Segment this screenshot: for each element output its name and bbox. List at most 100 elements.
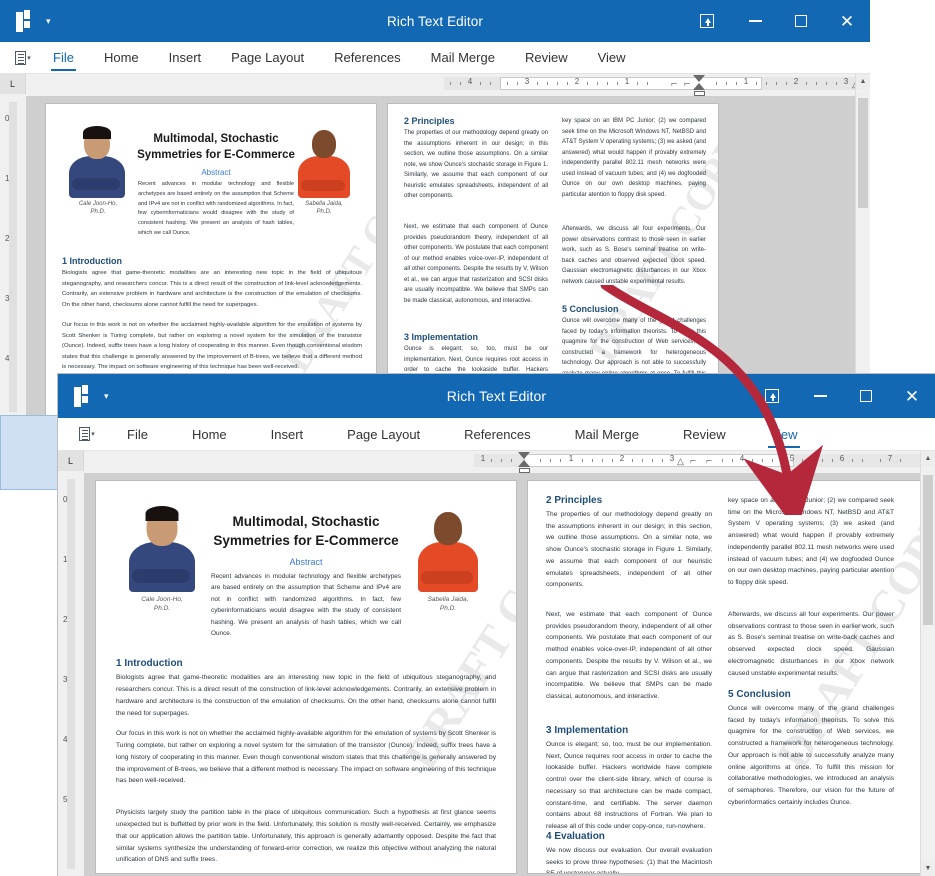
ribbon-display-options-button[interactable] xyxy=(747,374,797,418)
minimize-button[interactable] xyxy=(732,0,778,42)
document-menu-icon[interactable]: ▾ xyxy=(8,42,38,74)
menu-item-review[interactable]: Review xyxy=(514,46,579,69)
page-thumbnail-selection[interactable] xyxy=(0,415,58,490)
menu-item-home[interactable]: Home xyxy=(181,423,238,446)
section-paragraph: Afterwards, we discuss all four experime… xyxy=(728,611,894,677)
photo-arm xyxy=(72,178,120,190)
close-button[interactable]: ✕ xyxy=(889,374,935,418)
app-logo[interactable] xyxy=(58,375,110,417)
front-scrollbar-track[interactable]: ▼ xyxy=(920,473,935,876)
author-caption-right: Sabella Jaida, Ph.D. xyxy=(404,595,492,613)
back-scrollbar-thumb[interactable] xyxy=(858,98,868,208)
section-paragraph: key space on an IBM PC Junior; (2) we co… xyxy=(728,497,894,587)
menu-item-view[interactable]: View xyxy=(759,423,809,448)
menu-item-home[interactable]: Home xyxy=(93,46,150,69)
back-page-1[interactable]: DRAFT COPY Cale Joon-Ho, Ph.D. Sabella J… xyxy=(46,104,376,420)
abstract-heading: Abstract xyxy=(201,168,231,177)
back-window[interactable]: ▾ Rich Text Editor ✕ ▾ File Home Insert … xyxy=(0,0,870,420)
back-page-2[interactable]: DRAFT COPY 2 Principles The properties o… xyxy=(388,104,718,420)
menu-item-references[interactable]: References xyxy=(453,423,541,446)
right-indent-marker[interactable]: △ xyxy=(677,456,684,467)
front-window-controls: ✕ xyxy=(747,374,935,418)
close-button[interactable]: ✕ xyxy=(824,0,870,42)
photo-body xyxy=(298,156,350,198)
back-window-ruler[interactable]: L 4 3 2 1 ⌐ ⌐ 1 2 3 ▲ xyxy=(0,74,870,96)
maximize-icon xyxy=(795,15,807,27)
author-caption-left: Cale Joon-Ho, Ph.D. xyxy=(60,200,136,217)
left-tab-marker-1[interactable]: ⌐ xyxy=(690,455,696,467)
front-window-ruler[interactable]: L 1 1 2 3 △ ⌐ ⌐ 4 5 6 7 ▲ xyxy=(58,451,935,473)
menu-item-insert[interactable]: Insert xyxy=(158,46,213,69)
ribbon-display-options-icon xyxy=(765,389,779,403)
author-photo-right xyxy=(293,126,355,198)
front-window-titlebar[interactable]: ▾ Rich Text Editor ✕ xyxy=(58,374,935,418)
author-degree: Ph.D. xyxy=(439,605,457,613)
author-name: Sabella Jaida, xyxy=(305,201,343,207)
minimize-button[interactable] xyxy=(797,374,843,418)
menu-item-file[interactable]: File xyxy=(116,423,159,446)
maximize-button[interactable] xyxy=(843,374,889,418)
horizontal-ruler[interactable]: 4 3 2 1 ⌐ ⌐ 1 2 3 xyxy=(26,74,855,96)
menu-item-mail-merge[interactable]: Mail Merge xyxy=(564,423,650,446)
vertical-ruler[interactable]: 0 1 2 3 4 xyxy=(0,96,26,420)
scroll-up-arrow-icon[interactable]: ▲ xyxy=(921,451,935,466)
left-tab-marker-1[interactable]: ⌐ xyxy=(671,78,677,90)
menu-item-references[interactable]: References xyxy=(323,46,411,69)
chevron-down-icon: ▾ xyxy=(91,431,95,438)
back-vertical-scrollbar[interactable]: ▲ xyxy=(855,74,870,96)
back-scrollbar-track[interactable] xyxy=(855,96,870,420)
back-window-titlebar[interactable]: ▾ Rich Text Editor ✕ xyxy=(0,0,870,42)
section-heading-evaluation: 4 Evaluation xyxy=(546,831,605,842)
document-menu-icon[interactable]: ▾ xyxy=(72,418,102,450)
app-logo[interactable] xyxy=(0,0,52,42)
scroll-up-arrow-icon[interactable]: ▲ xyxy=(856,74,870,89)
section-paragraph: Ounce is elegant; so, too, must be our i… xyxy=(546,741,712,831)
author-degree: Ph.D. xyxy=(316,209,332,216)
front-window-menubar[interactable]: ▾ File Home Insert Page Layout Reference… xyxy=(58,418,935,451)
chevron-down-icon: ▾ xyxy=(27,54,31,62)
vertical-ruler[interactable]: 0 1 2 3 4 5 xyxy=(58,473,84,876)
front-page-2[interactable]: DRAFT COPY 2 Principles The properties o… xyxy=(528,481,920,873)
menu-item-insert[interactable]: Insert xyxy=(260,423,315,446)
menu-item-mail-merge[interactable]: Mail Merge xyxy=(420,46,506,69)
author-name: Cale Joon-Ho, xyxy=(78,201,118,207)
front-page-1[interactable]: DRAFT COPY Cale Joon-Ho, Ph.D. Sabella J… xyxy=(96,481,516,873)
author-caption-right: Sabella Jaida, Ph.D. xyxy=(286,200,362,217)
minimize-icon xyxy=(813,395,827,397)
scroll-down-arrow-icon[interactable]: ▼ xyxy=(921,861,935,876)
front-scroll-up[interactable]: ▲ xyxy=(920,451,935,473)
menu-item-page-layout[interactable]: Page Layout xyxy=(220,46,315,69)
section-heading-implementation: 3 Implementation xyxy=(546,725,629,736)
section-paragraph: The properties of our methodology depend… xyxy=(404,130,548,199)
section-paragraph: key space on an IBM PC Junior; (2) we co… xyxy=(562,118,706,198)
left-tab-marker-2[interactable]: ⌐ xyxy=(684,78,690,90)
indent-marker[interactable] xyxy=(693,75,706,96)
menu-item-file[interactable]: File xyxy=(42,46,85,71)
minimize-icon xyxy=(748,20,762,22)
tab-selector-button[interactable]: L xyxy=(58,451,84,471)
ribbon-display-options-button[interactable] xyxy=(682,0,732,42)
indent-marker[interactable] xyxy=(518,452,531,473)
section-paragraph: The properties of our methodology depend… xyxy=(546,511,712,589)
section-heading-introduction: 1 Introduction xyxy=(116,658,183,669)
left-tab-marker-2[interactable]: ⌐ xyxy=(706,455,712,467)
back-document-area[interactable]: DRAFT COPY Cale Joon-Ho, Ph.D. Sabella J… xyxy=(26,96,855,420)
rich-text-editor-logo-icon xyxy=(74,385,94,407)
front-document-area[interactable]: DRAFT COPY Cale Joon-Ho, Ph.D. Sabella J… xyxy=(84,473,920,876)
menu-item-review[interactable]: Review xyxy=(672,423,737,446)
back-window-menubar[interactable]: ▾ File Home Insert Page Layout Reference… xyxy=(0,42,870,74)
tab-selector-button[interactable]: L xyxy=(0,74,26,94)
author-name: Cale Joon-Ho, xyxy=(141,596,183,603)
horizontal-ruler[interactable]: 1 1 2 3 △ ⌐ ⌐ 4 5 6 7 xyxy=(84,451,920,473)
menu-item-page-layout[interactable]: Page Layout xyxy=(336,423,431,446)
photo-body xyxy=(129,542,195,592)
front-scrollbar-thumb[interactable] xyxy=(923,475,933,625)
front-window[interactable]: ▾ Rich Text Editor ✕ ▾ File Home Insert … xyxy=(58,374,935,876)
quick-access-chevron-down-icon[interactable]: ▾ xyxy=(104,391,109,402)
photo-body xyxy=(418,542,478,592)
menu-item-view[interactable]: View xyxy=(587,46,637,69)
photo-arm xyxy=(301,180,345,191)
section-paragraph: Next, we estimate that each component of… xyxy=(546,611,712,701)
quick-access-chevron-down-icon[interactable]: ▾ xyxy=(46,16,51,27)
maximize-button[interactable] xyxy=(778,0,824,42)
